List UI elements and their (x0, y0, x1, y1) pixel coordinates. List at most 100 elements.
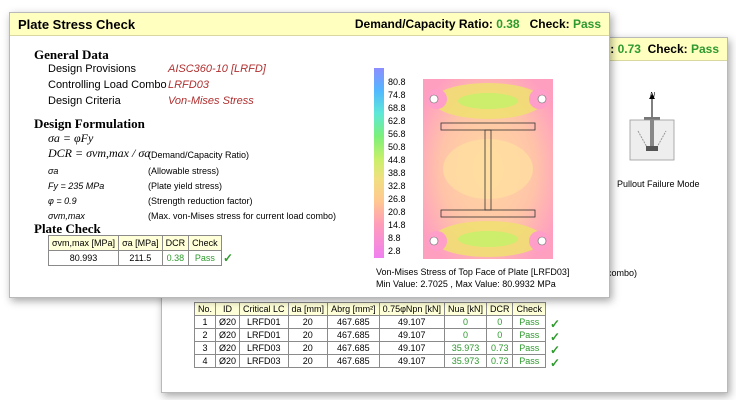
cell: LRFD01 (239, 315, 289, 329)
cell: 0 (485, 328, 514, 342)
symbol-desc: (Max. von-Mises stress for current load … (148, 211, 337, 221)
col-header: DCR (161, 235, 190, 251)
cell: LRFD03 (239, 341, 289, 355)
symbol: φ = 0.9 (48, 196, 77, 206)
pullout-caption: Pullout Failure Mode (617, 179, 700, 189)
cell: 20 (287, 315, 329, 329)
design-criteria-value: Von-Mises Stress (168, 95, 254, 107)
cell: 2 (193, 328, 217, 342)
stress-contour-plot (423, 79, 553, 259)
legend-value: 80.8 (388, 77, 406, 87)
checkmark-icon: ✓ (550, 330, 561, 344)
cell-pass: Pass (512, 328, 546, 342)
cell: 49.107 (378, 315, 445, 329)
cell: 49.107 (378, 328, 445, 342)
cell: 0.73 (485, 341, 514, 355)
cell: 3 (193, 341, 217, 355)
cell: 20 (287, 341, 329, 355)
plate-panel-titlebar: Plate Stress Check Demand/Capacity Ratio… (10, 13, 609, 36)
design-provisions-value: AISC360-10 [LRFD] (168, 63, 266, 75)
anchor-check-value: Pass (690, 42, 719, 56)
cell: Ø20 (215, 328, 241, 342)
legend-value: 14.8 (388, 220, 406, 230)
col-header: Check (512, 302, 546, 316)
design-provisions-label: Design Provisions (48, 63, 137, 75)
cell: 35.973 (443, 354, 487, 368)
ratio-value: 0.38 (496, 17, 520, 31)
col-header: ID (215, 302, 241, 316)
legend-value: 68.8 (388, 103, 406, 113)
cell: 80.993 (47, 250, 120, 266)
col-header: DCR (485, 302, 514, 316)
anchor-table-header: No. ID Critical LC da [mm] Abrg [mm²] 0.… (193, 302, 546, 316)
cell: 0 (485, 315, 514, 329)
symbol-desc: (Plate yield stress) (148, 181, 223, 191)
plate-check-header: σvm,max [MPa] σa [MPa] DCR Check (47, 235, 222, 251)
cell: 49.107 (378, 341, 445, 355)
legend-value: 56.8 (388, 129, 406, 139)
cell: 467.685 (327, 354, 380, 368)
general-data-heading: General Data (34, 47, 109, 62)
legend-value: 44.8 (388, 155, 406, 165)
plate-check-table: σvm,max [MPa] σa [MPa] DCR Check 80.993 … (47, 235, 222, 266)
legend-value: 32.8 (388, 181, 406, 191)
anchor-table: No. ID Critical LC da [mm] Abrg [mm²] 0.… (193, 302, 546, 368)
col-header: da [mm] (287, 302, 329, 316)
col-header: No. (193, 302, 217, 316)
stress-colorbar (374, 68, 384, 258)
table-row: 4 Ø20 LRFD03 20 467.685 49.107 35.973 0.… (193, 354, 546, 368)
cell: 467.685 (327, 328, 380, 342)
checkmark-icon: ✓ (550, 356, 561, 370)
page-title: Plate Stress Check (18, 17, 136, 32)
table-row: 80.993 211.5 0.38 Pass (47, 250, 222, 266)
anchor-check-label: Check: (647, 42, 688, 56)
plot-caption-minmax: Min Value: 2.7025 , Max Value: 80.9932 M… (376, 279, 556, 289)
cell: Ø20 (215, 354, 241, 368)
check-value: Pass (572, 17, 601, 31)
plot-caption-title: Von-Mises Stress of Top Face of Plate [L… (376, 267, 570, 277)
col-header: Abrg [mm²] (327, 302, 380, 316)
combo-side-text: combo) (607, 268, 638, 278)
equation-allowable: σa = φFy (48, 131, 94, 145)
equation-dcr-note: (Demand/Capacity Ratio) (148, 150, 250, 160)
cell: 0 (443, 328, 487, 342)
cell-pass: Pass (512, 354, 546, 368)
pullout-diagram: N (629, 92, 675, 161)
cell: Ø20 (215, 315, 241, 329)
cell: 35.973 (443, 341, 487, 355)
cell: 0.73 (485, 354, 514, 368)
cell: 4 (193, 354, 217, 368)
legend-value: 62.8 (388, 116, 406, 126)
symbol-desc: (Strength reduction factor) (148, 196, 253, 206)
cell: 20 (287, 328, 329, 342)
load-combo-value: LRFD03 (168, 79, 209, 91)
cell: 467.685 (327, 341, 380, 355)
symbol: σvm,max (48, 211, 85, 221)
legend-value: 50.8 (388, 142, 406, 152)
col-header: Check (188, 235, 222, 251)
cell: 1 (193, 315, 217, 329)
checkmark-icon: ✓ (550, 317, 561, 331)
cell: LRFD01 (239, 328, 289, 342)
design-criteria-label: Design Criteria (48, 95, 121, 107)
plate-stress-panel: Plate Stress Check Demand/Capacity Ratio… (9, 12, 610, 298)
cell-pass: Pass (188, 250, 222, 266)
col-header: Critical LC (239, 302, 289, 316)
load-combo-label: Controlling Load Combo (48, 79, 167, 91)
table-row: 3 Ø20 LRFD03 20 467.685 49.107 35.973 0.… (193, 341, 546, 355)
anchor-ratio-summary: o: 0.73 Check: Pass (603, 42, 719, 56)
col-header: σvm,max [MPa] (47, 235, 120, 251)
checkmark-icon: ✓ (550, 343, 561, 357)
symbol: σa (48, 166, 59, 176)
ratio-label: Demand/Capacity Ratio: (354, 17, 493, 31)
cell-pass: Pass (512, 341, 546, 355)
col-header: σa [MPa] (118, 235, 163, 251)
plate-ratio-summary: Demand/Capacity Ratio: 0.38 Check: Pass (355, 17, 601, 31)
check-label: Check: (529, 17, 570, 31)
legend-value: 2.8 (388, 246, 401, 256)
col-header: 0.75φNpn [kN] (378, 302, 445, 316)
cell: 0.38 (161, 250, 190, 266)
cell: 211.5 (118, 250, 163, 266)
cell: Ø20 (215, 341, 241, 355)
legend-value: 74.8 (388, 90, 406, 100)
